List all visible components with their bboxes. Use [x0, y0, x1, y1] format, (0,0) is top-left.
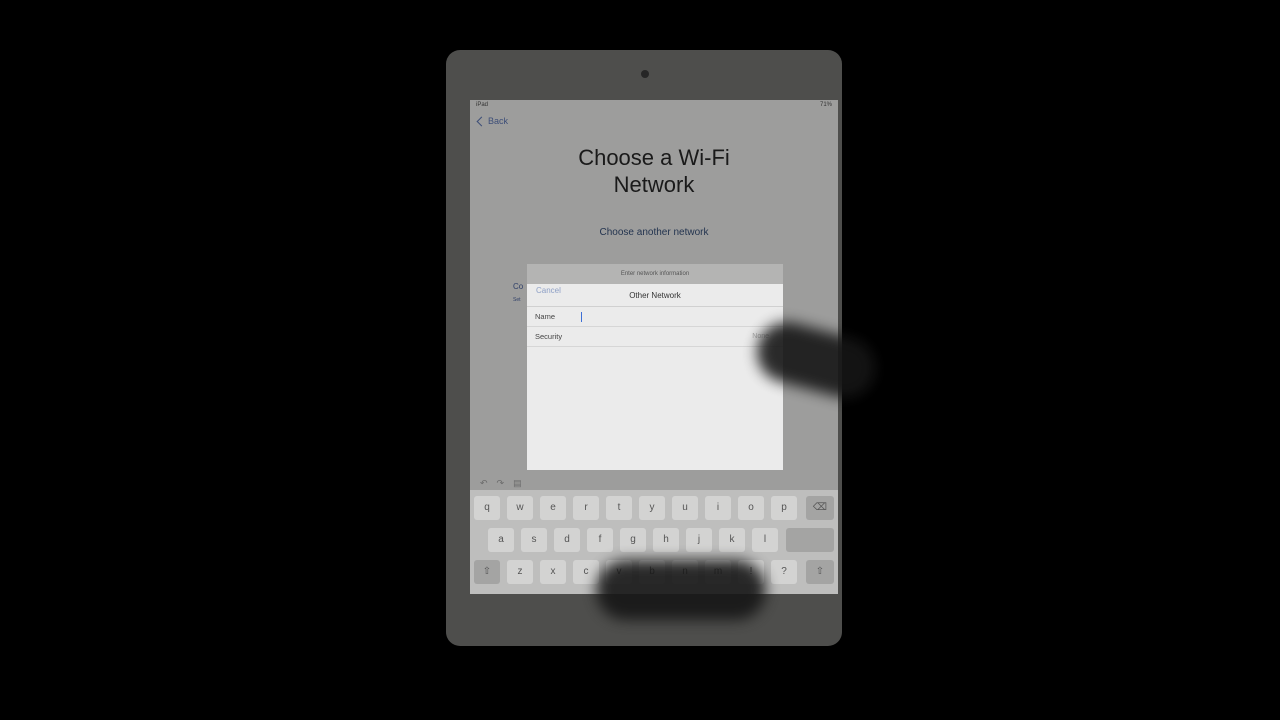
- ipad-device: iPad 71% Back Choose a Wi-Fi Network Cho…: [446, 50, 882, 646]
- key-y[interactable]: y: [639, 496, 665, 520]
- key-t[interactable]: t: [606, 496, 632, 520]
- key-u[interactable]: u: [672, 496, 698, 520]
- back-button[interactable]: Back: [476, 116, 509, 126]
- choose-another-network-link[interactable]: Choose another network: [470, 227, 838, 238]
- shift-key-right[interactable]: ⇧: [806, 560, 834, 584]
- delete-key[interactable]: ⌫: [806, 496, 834, 520]
- key-x[interactable]: x: [540, 560, 566, 584]
- key-g[interactable]: g: [620, 528, 646, 552]
- dialog-subtitle: Enter network information: [620, 271, 690, 277]
- key-p[interactable]: p: [771, 496, 797, 520]
- configure-fragment: Co Set: [513, 282, 523, 303]
- dialog-header: Enter network information Cancel Other N…: [527, 271, 783, 307]
- key-f[interactable]: f: [587, 528, 613, 552]
- settings-fragment-text: Set: [513, 297, 521, 303]
- keyboard-row-2: a s d f g h j k l: [470, 528, 838, 554]
- key-w[interactable]: w: [507, 496, 533, 520]
- key-q[interactable]: q: [474, 496, 500, 520]
- battery-level: 71%: [819, 102, 832, 108]
- front-camera: [641, 70, 649, 78]
- security-row[interactable]: Security None: [527, 327, 783, 347]
- status-bar: iPad 71%: [470, 100, 838, 112]
- keyboard-row-1: q w e r t y u i o p ⌫: [470, 496, 838, 522]
- return-key[interactable]: [786, 528, 834, 552]
- key-question[interactable]: ?: [771, 560, 797, 584]
- key-o[interactable]: o: [738, 496, 764, 520]
- key-j[interactable]: j: [686, 528, 712, 552]
- configure-fragment-text: Co: [513, 282, 524, 291]
- redo-icon[interactable]: ↷: [497, 478, 505, 489]
- key-i[interactable]: i: [705, 496, 731, 520]
- delete-icon: ⌫: [812, 502, 828, 513]
- key-h[interactable]: h: [653, 528, 679, 552]
- cancel-button[interactable]: Cancel: [536, 284, 561, 298]
- undo-icon[interactable]: ↶: [480, 478, 488, 489]
- key-d[interactable]: d: [554, 528, 580, 552]
- page-title-line1: Choose a Wi-Fi: [578, 145, 730, 170]
- paste-icon[interactable]: ▤: [513, 478, 522, 489]
- name-label: Name: [535, 312, 556, 321]
- shift-icon-right: ⇧: [815, 566, 825, 577]
- chevron-left-icon: [476, 116, 487, 126]
- back-label: Back: [488, 116, 509, 126]
- device-name: iPad: [476, 102, 489, 108]
- key-k[interactable]: k: [719, 528, 745, 552]
- shift-key[interactable]: ⇧: [474, 560, 500, 584]
- finger-shadow-lower: [596, 560, 766, 620]
- key-e[interactable]: e: [540, 496, 566, 520]
- key-c[interactable]: c: [573, 560, 599, 584]
- shift-icon: ⇧: [482, 566, 492, 577]
- page-title: Choose a Wi-Fi Network: [470, 144, 838, 198]
- key-s[interactable]: s: [521, 528, 547, 552]
- security-label: Security: [535, 332, 563, 341]
- key-z[interactable]: z: [507, 560, 533, 584]
- keyboard-shortcut-bar: ↶ ↷ ▤: [470, 476, 838, 490]
- name-input-cursor[interactable]: [581, 311, 583, 322]
- other-network-dialog: Enter network information Cancel Other N…: [527, 271, 783, 470]
- key-a[interactable]: a: [488, 528, 514, 552]
- name-row[interactable]: Name: [527, 307, 783, 327]
- dialog-title: Other Network: [629, 290, 681, 300]
- key-r[interactable]: r: [573, 496, 599, 520]
- key-l[interactable]: l: [752, 528, 778, 552]
- page-title-line2: Network: [613, 172, 695, 197]
